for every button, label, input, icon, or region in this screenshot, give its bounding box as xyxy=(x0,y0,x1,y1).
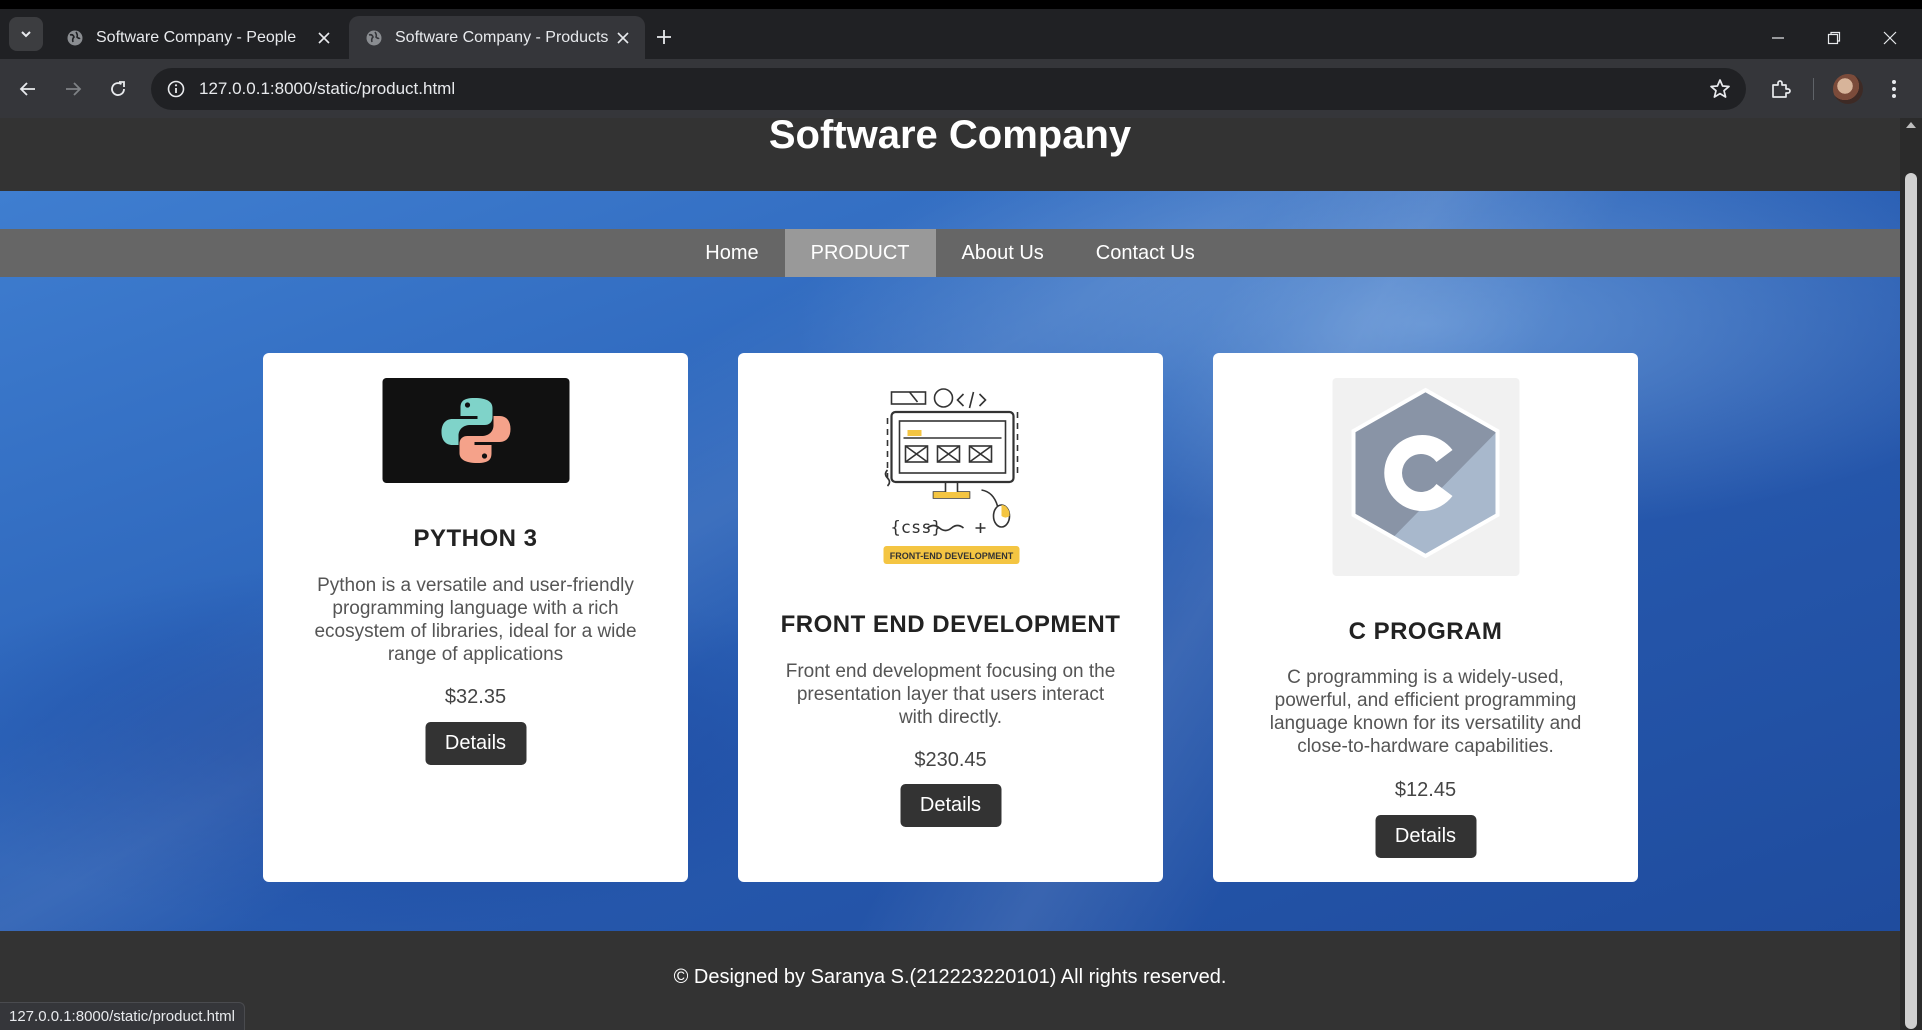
link-status-url: 127.0.0.1:8000/static/product.html xyxy=(0,1002,245,1030)
product-card-c-program: C PROGRAM C programming is a widely-used… xyxy=(1213,353,1638,882)
scrollbar-thumb[interactable] xyxy=(1905,173,1917,1029)
minimize-icon xyxy=(1772,37,1784,39)
url-host: 127.0.0.1 xyxy=(199,79,270,98)
restore-icon xyxy=(1827,31,1841,45)
page-viewport: Software Company Home PRODUCT About Us C… xyxy=(0,118,1922,1030)
close-icon[interactable] xyxy=(613,28,633,48)
details-button[interactable]: Details xyxy=(900,784,1001,827)
product-description: Python is a versatile and user-friendly … xyxy=(314,575,637,665)
tab-products[interactable]: Software Company - Products xyxy=(349,16,645,59)
product-page: Software Company Home PRODUCT About Us C… xyxy=(0,118,1900,1030)
restore-button[interactable] xyxy=(1806,18,1862,58)
product-price: $230.45 xyxy=(914,749,987,771)
svg-text:{css}: {css} xyxy=(890,518,941,538)
address-bar[interactable]: 127.0.0.1:8000/static/product.html xyxy=(151,68,1746,110)
arrow-right-icon xyxy=(66,82,82,96)
minimize-button[interactable] xyxy=(1750,18,1806,58)
extensions-button[interactable] xyxy=(1766,74,1796,104)
tab-title: Software Company - People xyxy=(96,28,297,46)
close-icon xyxy=(1883,31,1897,45)
nav-about-us[interactable]: About Us xyxy=(936,229,1070,277)
c-language-logo-icon xyxy=(1332,378,1519,576)
tab-people[interactable]: Software Company - People xyxy=(50,16,346,59)
menu-button[interactable] xyxy=(1879,74,1909,104)
product-name: PYTHON 3 xyxy=(413,525,538,552)
site-info-icon[interactable] xyxy=(155,68,197,110)
front-end-development-illustration-icon: {css} FRONT-END DEVELOPMENT xyxy=(857,378,1044,573)
tab-title: Software Company - Products xyxy=(395,28,609,46)
kebab-menu-icon xyxy=(1892,80,1896,98)
page-scrollbar[interactable] xyxy=(1900,118,1922,1030)
footer-copyright: © Designed by Saranya S.(212223220101) A… xyxy=(673,966,1227,988)
tab-search-button[interactable] xyxy=(9,17,43,51)
product-card-python: PYTHON 3 Python is a versatile and user-… xyxy=(263,353,688,882)
window-top-edge xyxy=(0,0,1922,9)
chevron-down-icon xyxy=(21,31,31,38)
product-card-front-end: {css} FRONT-END DEVELOPMENT FRONT END DE… xyxy=(738,353,1163,882)
bookmark-star-icon[interactable] xyxy=(1708,77,1732,101)
product-price: $12.45 xyxy=(1394,779,1457,801)
arrow-left-icon xyxy=(19,82,35,96)
site-title: Software Company xyxy=(768,118,1132,157)
front-end-caption: FRONT-END DEVELOPMENT xyxy=(889,551,1013,561)
site-footer: © Designed by Saranya S.(212223220101) A… xyxy=(0,931,1900,1030)
new-tab-button[interactable] xyxy=(650,23,678,51)
product-description: Front end development focusing on the pr… xyxy=(785,661,1116,728)
puzzle-icon xyxy=(1772,80,1791,98)
product-price: $32.35 xyxy=(444,686,507,708)
back-button[interactable] xyxy=(11,72,45,106)
reload-button[interactable] xyxy=(101,72,135,106)
globe-icon xyxy=(366,30,382,45)
python-logo-icon xyxy=(382,378,569,483)
details-button[interactable]: Details xyxy=(425,722,526,765)
nav-home[interactable]: Home xyxy=(679,229,784,277)
url-path: :8000/static/product.html xyxy=(269,79,456,98)
nav-contact-us[interactable]: Contact Us xyxy=(1070,229,1221,277)
main-nav: Home PRODUCT About Us Contact Us xyxy=(0,229,1900,277)
product-name: C PROGRAM xyxy=(1348,618,1503,645)
site-header: Software Company xyxy=(0,118,1900,191)
close-icon[interactable] xyxy=(314,28,334,48)
plus-icon xyxy=(657,30,671,44)
forward-button[interactable] xyxy=(56,72,90,106)
product-description: C programming is a widely-used, powerful… xyxy=(1269,667,1582,757)
scroll-up-arrow-icon[interactable] xyxy=(1906,122,1916,128)
globe-icon xyxy=(67,30,83,45)
url-text: 127.0.0.1:8000/static/product.html xyxy=(199,79,455,99)
details-button[interactable]: Details xyxy=(1375,815,1476,858)
reload-icon xyxy=(111,81,125,96)
nav-product[interactable]: PRODUCT xyxy=(784,229,936,277)
toolbar-divider xyxy=(1813,78,1814,100)
close-window-button[interactable] xyxy=(1862,18,1918,58)
product-name: FRONT END DEVELOPMENT xyxy=(780,611,1121,638)
profile-avatar[interactable] xyxy=(1833,74,1863,104)
tab-strip: Software Company - People Software Compa… xyxy=(0,9,1922,59)
browser-toolbar: 127.0.0.1:8000/static/product.html xyxy=(0,59,1922,118)
